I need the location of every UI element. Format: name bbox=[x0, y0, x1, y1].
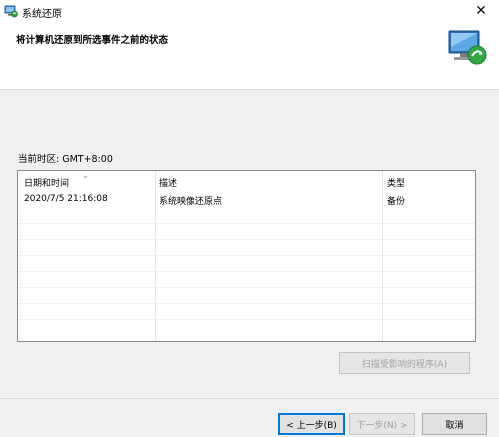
row-gridline bbox=[18, 319, 475, 320]
row-gridline bbox=[18, 223, 475, 224]
row-gridline bbox=[18, 255, 475, 256]
row-type: 备份 bbox=[387, 197, 406, 207]
column-header-type[interactable]: 类型 bbox=[387, 176, 405, 189]
title-bar: 系统还原 ✕ bbox=[0, 0, 499, 22]
close-icon[interactable]: ✕ bbox=[463, 0, 499, 22]
header-banner: 将计算机还原到所选事件之前的状态 bbox=[0, 22, 499, 90]
system-restore-window: 系统还原 ✕ 将计算机还原到所选事件之前的状态 当前时区: GMT+8:00 ⌄… bbox=[0, 0, 499, 437]
column-header-datetime[interactable]: 日期和时间 bbox=[24, 176, 69, 189]
row-gridline bbox=[18, 239, 475, 240]
row-gridline bbox=[18, 271, 475, 272]
row-gridline bbox=[18, 287, 475, 288]
column-divider bbox=[382, 171, 383, 341]
next-button[interactable]: 下一步(N) > bbox=[349, 413, 415, 435]
footer-divider bbox=[0, 398, 499, 399]
sort-descending-icon: ⌄ bbox=[82, 171, 89, 180]
restore-point-list[interactable]: ⌄ 日期和时间 描述 类型 2020/7/5 21:16:08 系统映像还原点 … bbox=[17, 170, 476, 342]
page-heading: 将计算机还原到所选事件之前的状态 bbox=[16, 35, 169, 46]
column-header-description[interactable]: 描述 bbox=[159, 176, 177, 189]
row-gridline bbox=[18, 303, 475, 304]
row-datetime: 2020/7/5 21:16:08 bbox=[24, 194, 108, 204]
window-title: 系统还原 bbox=[22, 9, 62, 20]
row-description: 系统映像还原点 bbox=[159, 197, 223, 207]
system-restore-icon bbox=[4, 4, 18, 18]
cancel-button[interactable]: 取消 bbox=[422, 413, 487, 435]
column-divider bbox=[155, 171, 156, 341]
timezone-label: 当前时区: GMT+8:00 bbox=[18, 154, 113, 165]
scan-affected-programs-button[interactable]: 扫描受影响的程序(A) bbox=[339, 352, 470, 374]
computer-restore-icon bbox=[443, 27, 489, 69]
back-button[interactable]: < 上一步(B) bbox=[278, 413, 345, 435]
